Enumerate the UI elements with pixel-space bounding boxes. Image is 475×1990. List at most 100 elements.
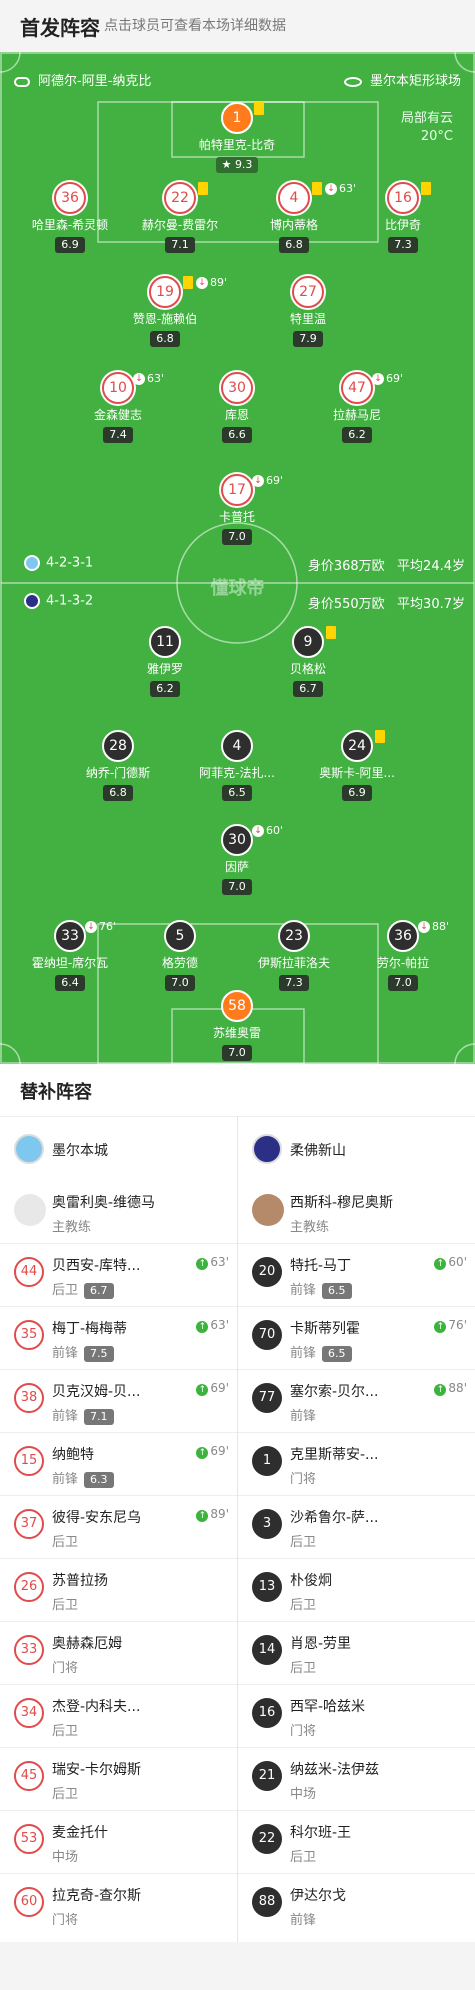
home-sub-row[interactable]: 60 拉克奇-查尔斯 门将 <box>0 1873 237 1936</box>
player-away-9[interactable]: 9 贝格松 6.7 <box>243 626 373 697</box>
home-sub-row[interactable]: 34 杰登-内科夫... 后卫 <box>0 1684 237 1747</box>
player-away-5[interactable]: 5 格劳德 7.0 <box>115 920 245 991</box>
home-sub-row[interactable]: 38 贝克汉姆-贝... 前锋 7.1 ↑ 69' <box>0 1369 237 1432</box>
away-coach[interactable]: 西斯科-穆尼奥斯 主教练 <box>238 1180 475 1243</box>
away-sub-row[interactable]: 20 特托-马丁 前锋 6.5 ↑ 60' <box>238 1243 475 1306</box>
away-sub-row[interactable]: 22 科尔班-王 后卫 <box>238 1810 475 1873</box>
sub-on-badge: ↑ 63' <box>196 1255 229 1270</box>
away-sub-row[interactable]: 14 肖恩-劳里 后卫 <box>238 1621 475 1684</box>
home-sub-row[interactable]: 35 梅丁-梅梅蒂 前锋 7.5 ↑ 63' <box>0 1306 237 1369</box>
player-away-58[interactable]: 58 苏维奥雷 7.0 <box>172 990 302 1061</box>
home-sub-row[interactable]: 45 瑞安-卡尔姆斯 后卫 <box>0 1747 237 1810</box>
player-number: 35 <box>14 1320 44 1350</box>
player-number: 22 <box>164 182 196 214</box>
player-away-36[interactable]: 36 ↓ 88' 劳尔-帕拉 7.0 <box>338 920 468 991</box>
player-number: 4 <box>278 182 310 214</box>
sub-off-badge: ↓ 88' <box>418 920 449 933</box>
venue-name: 墨尔本矩形球场 <box>369 74 461 89</box>
home-sub-row[interactable]: 15 纳鲍特 前锋 6.3 ↑ 69' <box>0 1432 237 1495</box>
player-number: 20 <box>252 1257 282 1287</box>
sub-off-badge: ↓ 69' <box>372 372 403 385</box>
player-home-30[interactable]: 30 库恩 6.6 <box>172 372 302 443</box>
player-position: 后卫 <box>52 1531 78 1550</box>
lineup-subtitle: 点击球员可查看本场详细数据 <box>104 18 286 34</box>
sub-minute: 69' <box>210 1381 229 1395</box>
position-text: 前锋 <box>290 1409 317 1424</box>
home-sub-row[interactable]: 26 苏普拉扬 后卫 <box>0 1558 237 1621</box>
away-sub-row[interactable]: 70 卡斯蒂列霍 前锋 6.5 ↑ 76' <box>238 1306 475 1369</box>
player-rating: 7.0 <box>222 529 252 545</box>
coach-role: 主教练 <box>290 1220 330 1235</box>
sub-minute: 88' <box>448 1381 467 1395</box>
player-rating: 7.4 <box>103 427 133 443</box>
away-team-logo-icon <box>252 1134 282 1164</box>
player-number: 10 <box>102 372 134 404</box>
player-name: 纳鲍特 <box>52 1447 94 1463</box>
player-away-24[interactable]: 24 奥斯卡-阿里... 6.9 <box>292 730 422 801</box>
away-sub-row[interactable]: 1 克里斯蒂安-... 门将 <box>238 1432 475 1495</box>
player-name: 阿菲克-法扎... <box>199 766 275 780</box>
player-position: 前锋 6.5 <box>290 1279 352 1299</box>
position-text: 后卫 <box>290 1661 317 1676</box>
row-divider <box>0 1306 237 1307</box>
row-divider <box>238 1558 475 1559</box>
player-position: 前锋 6.3 <box>52 1468 114 1488</box>
sub-on-badge: ↑ 69' <box>196 1444 229 1459</box>
player-home-10[interactable]: 10 ↓ 63' 金森健志 7.4 <box>53 372 183 443</box>
home-sub-row[interactable]: 53 麦金托什 中场 <box>0 1810 237 1873</box>
player-name: 因萨 <box>224 860 249 874</box>
player-away-11[interactable]: 11 雅伊罗 6.2 <box>100 626 230 697</box>
row-divider <box>238 1747 475 1748</box>
row-divider <box>0 1747 237 1748</box>
player-home-47[interactable]: 47 ↓ 69' 拉赫马尼 6.2 <box>292 372 422 443</box>
player-away-28[interactable]: 28 纳乔-门德斯 6.8 <box>53 730 183 801</box>
yellow-card-icon <box>312 182 322 195</box>
home-sub-row[interactable]: 44 贝西安-库特... 后卫 6.7 ↑ 63' <box>0 1243 237 1306</box>
stadium: 阿德尔-阿里-纳克比 <box>14 70 151 89</box>
player-away-4[interactable]: 4 阿菲克-法扎... 6.5 <box>172 730 302 801</box>
row-divider <box>238 1495 475 1496</box>
player-home-22[interactable]: 22 赫尔曼-费雷尔 7.1 <box>115 182 245 253</box>
sub-minute: 69' <box>210 1444 229 1458</box>
away-sub-row[interactable]: 77 塞尔索-贝尔... 前锋 ↑ 88' <box>238 1369 475 1432</box>
home-sub-row[interactable]: 33 奥赫森厄姆 门将 <box>0 1621 237 1684</box>
player-number: 9 <box>292 626 324 658</box>
player-rating: 7.3 <box>279 975 309 991</box>
position-text: 前锋 <box>290 1283 317 1298</box>
sub-on-icon: ↑ <box>196 1447 209 1459</box>
player-home-19[interactable]: 19 ↓ 89' 赞恩-施赖伯 6.8 <box>100 276 230 347</box>
away-sub-row[interactable]: 13 朴俊炯 后卫 <box>238 1558 475 1621</box>
player-home-17[interactable]: 17 ↓ 69' 卡普托 7.0 <box>172 474 302 545</box>
away-sub-row[interactable]: 3 沙希鲁尔-萨... 后卫 <box>238 1495 475 1558</box>
yellow-card-icon <box>421 182 431 195</box>
away-sub-row[interactable]: 88 伊达尔戈 前锋 <box>238 1873 475 1936</box>
player-number: 21 <box>252 1761 282 1791</box>
row-divider <box>0 1432 237 1433</box>
player-rating: 7.3 <box>388 237 418 253</box>
player-number: 27 <box>292 276 324 308</box>
player-number: 30 <box>221 824 253 856</box>
position-text: 前锋 <box>52 1409 79 1424</box>
home-sub-row[interactable]: 37 彼得-安东尼乌 后卫 ↑ 89' <box>0 1495 237 1558</box>
star-icon: ★ <box>221 158 232 171</box>
away-sub-row[interactable]: 16 西罕-哈兹米 门将 <box>238 1684 475 1747</box>
sub-minute: 89' <box>210 276 228 289</box>
away-age: 平均30.7岁 <box>397 597 465 612</box>
home-coach[interactable]: 奥雷利奥-维德马 主教练 <box>0 1180 237 1243</box>
player-number: 16 <box>387 182 419 214</box>
player-home-1[interactable]: 1 帕特里克-比奇 ★ 9.3 <box>172 102 302 173</box>
player-name: 麦金托什 <box>52 1825 108 1841</box>
player-home-16[interactable]: 16 比伊奇 7.3 <box>338 182 468 253</box>
sub-off-icon: ↓ <box>372 373 384 385</box>
player-name: 伊达尔戈 <box>290 1888 346 1904</box>
weather-text: 局部有云 <box>400 111 453 126</box>
away-sub-row[interactable]: 21 纳兹米-法伊兹 中场 <box>238 1747 475 1810</box>
player-home-27[interactable]: 27 特里温 7.9 <box>243 276 373 347</box>
player-number: 36 <box>54 182 86 214</box>
player-name: 特托-马丁 <box>290 1258 352 1274</box>
row-divider <box>0 1369 237 1370</box>
home-age: 平均24.4岁 <box>397 559 465 574</box>
player-name: 赞恩-施赖伯 <box>132 312 198 326</box>
player-away-30[interactable]: 30 ↓ 60' 因萨 7.0 <box>172 824 302 895</box>
player-rating: 6.6 <box>222 427 252 443</box>
